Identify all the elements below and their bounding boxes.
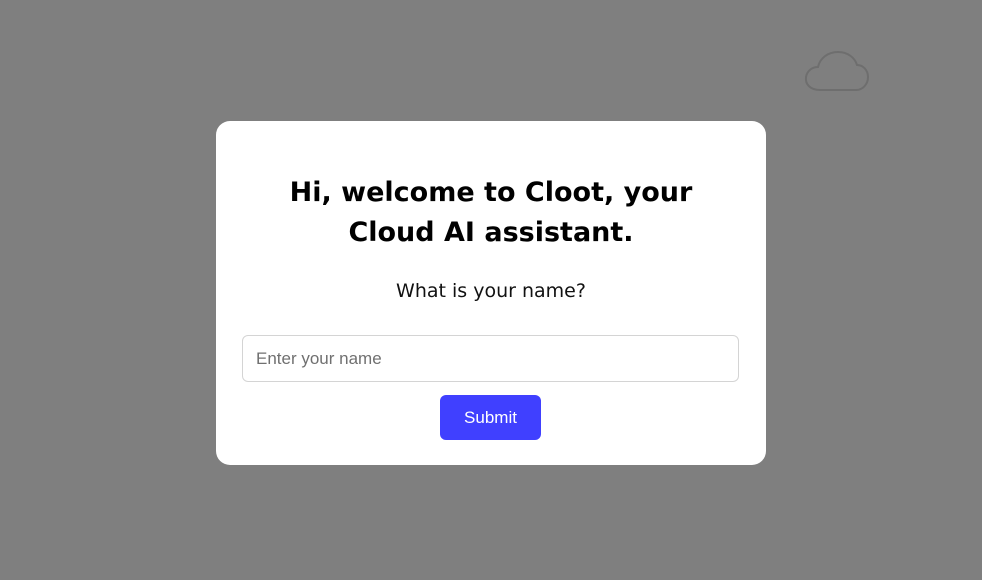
cloud-icon [804, 50, 870, 91]
name-input[interactable] [242, 335, 739, 382]
submit-button[interactable]: Submit [440, 395, 541, 440]
dialog-title: Hi, welcome to Cloot, your Cloud AI assi… [289, 177, 693, 248]
welcome-dialog: Hi, welcome to Cloot, your Cloud AI assi… [216, 121, 766, 465]
name-question: What is your name? [396, 280, 586, 302]
